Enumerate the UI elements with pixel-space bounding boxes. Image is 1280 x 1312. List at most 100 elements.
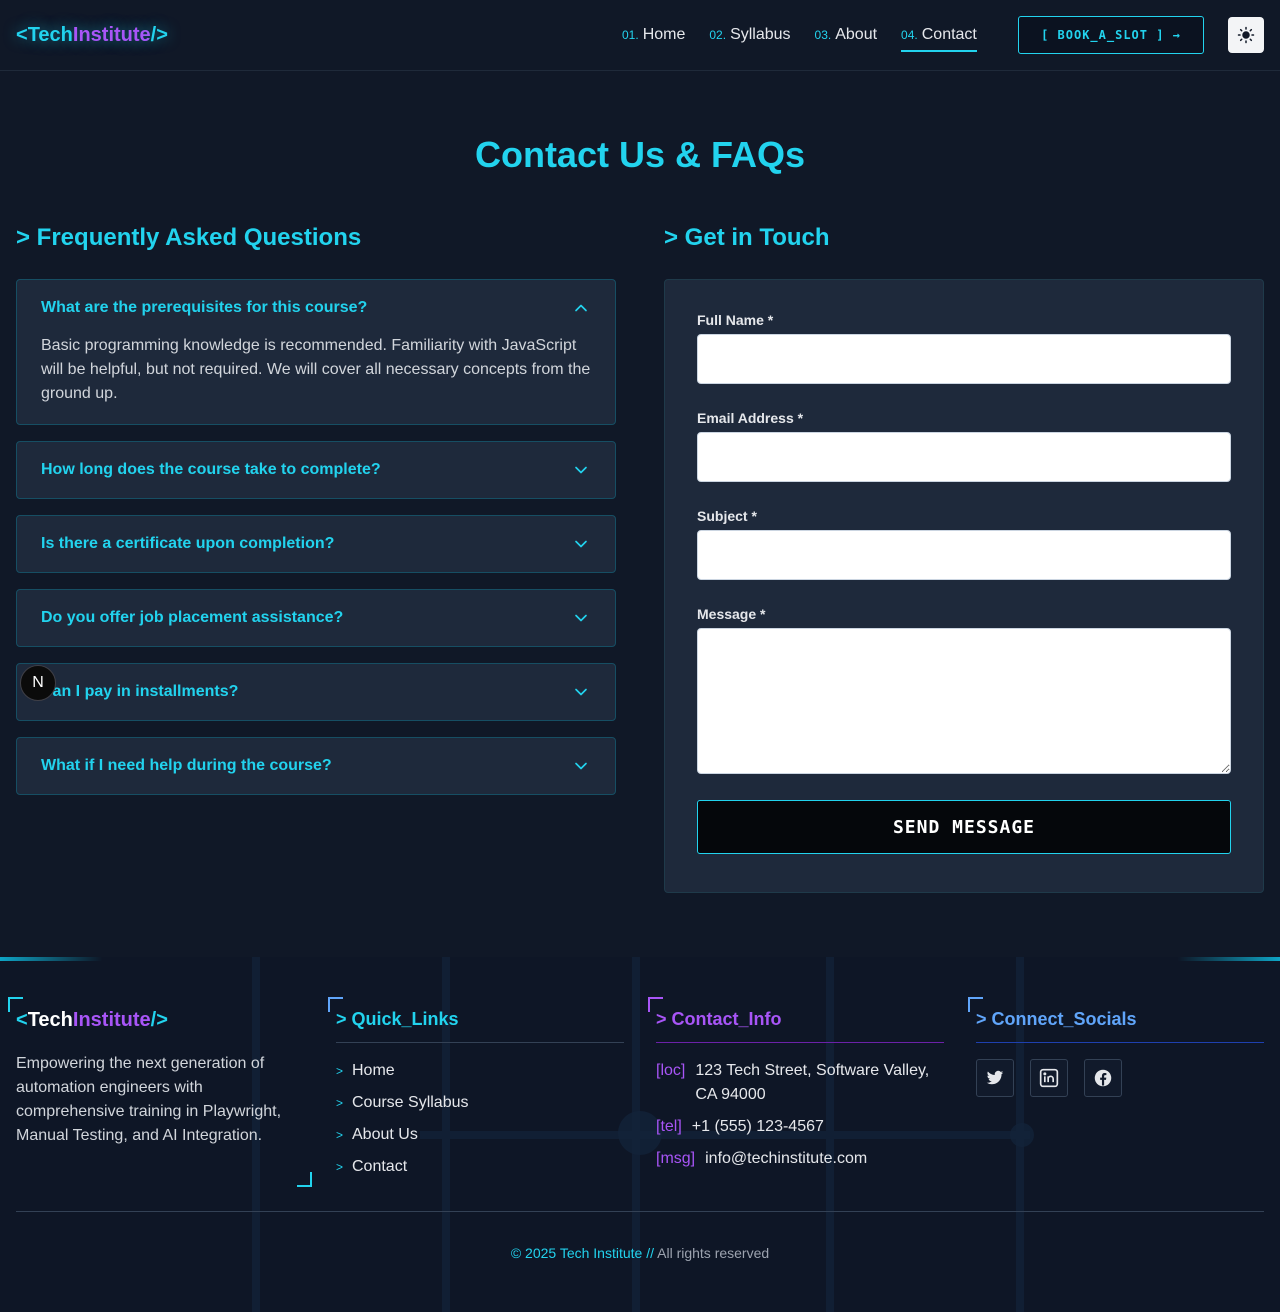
chevron-down-icon <box>575 614 587 622</box>
arrow-icon: > <box>336 1064 344 1078</box>
faq-question: Can I pay in installments? <box>41 683 239 700</box>
arrow-icon: > <box>336 1096 344 1110</box>
chevron-up-icon <box>575 304 587 312</box>
copyright-year: © 2025 <box>510 1245 557 1261</box>
nav-link-number: 02. <box>709 27 727 42</box>
email-label: Email Address * <box>697 410 804 426</box>
nav-link-label: Syllabus <box>730 25 791 43</box>
contact-value[interactable]: info@techinstitute.com <box>705 1147 867 1171</box>
linkedin-icon <box>1039 1068 1059 1088</box>
footer-contact-column: > Contact_Info [loc] 123 Tech Street, Sof… <box>648 997 944 1179</box>
faq-header[interactable]: What are the prerequisites for this cour… <box>17 280 615 336</box>
nav-link-number: 01. <box>622 27 639 42</box>
message-textarea[interactable] <box>697 628 1231 774</box>
faq-header[interactable]: Do you offer job placement assistance? <box>17 590 615 646</box>
dev-tools-badge[interactable]: N <box>20 665 56 701</box>
copyright-brand[interactable]: Tech Institute // <box>560 1245 654 1261</box>
faq-item-certificate[interactable]: Is there a certificate upon completion? <box>16 515 616 573</box>
logo-tech: Tech <box>27 1009 73 1031</box>
message-label: Message * <box>697 606 766 622</box>
linkedin-button[interactable] <box>1030 1059 1068 1097</box>
footer-link-label: Contact <box>352 1158 408 1175</box>
corner-bracket-decoration <box>648 997 663 1012</box>
footer-accent-line <box>0 957 1280 961</box>
footer: < Tech Institute /> Empowering the next … <box>0 957 1280 1312</box>
faq-answer: Basic programming knowledge is recommend… <box>41 337 591 402</box>
faq-header[interactable]: Is there a certificate upon completion? <box>17 516 615 572</box>
facebook-button[interactable] <box>1084 1059 1122 1097</box>
book-slot-button[interactable]: [ BOOK_A_SLOT ] → <box>1018 16 1204 54</box>
faq-item-help[interactable]: What if I need help during the course? <box>16 737 616 795</box>
site-logo[interactable]: < Tech Institute /> <box>16 24 168 47</box>
contact-value: 123 Tech Street, Software Valley, CA 940… <box>695 1062 930 1103</box>
full-name-input[interactable] <box>697 334 1231 384</box>
contact-location: [loc] 123 Tech Street, Software Valley, C… <box>656 1059 944 1107</box>
nav-link-home[interactable]: 01. Home <box>622 26 685 46</box>
twitter-icon <box>986 1070 1004 1085</box>
faq-item-installments[interactable]: Can I pay in installments? <box>16 663 616 721</box>
logo-institute: Institute <box>72 1009 151 1031</box>
contact-email: [msg] info@techinstitute.com <box>656 1147 944 1171</box>
faq-question: What are the prerequisites for this cour… <box>41 299 368 316</box>
faq-header[interactable]: Can I pay in installments? <box>17 664 615 720</box>
footer-link-label: About Us <box>352 1126 418 1143</box>
contact-key: [loc] <box>656 1062 686 1079</box>
subject-input[interactable] <box>697 530 1231 580</box>
contact-info-title: > Contact_Info <box>656 1009 944 1043</box>
chevron-down-icon <box>575 466 587 474</box>
nav-link-label: Home <box>642 25 686 43</box>
contact-form: Full Name * Email Address * Subject * Me… <box>664 279 1264 893</box>
corner-bracket-decoration <box>968 997 983 1012</box>
footer-logo[interactable]: < Tech Institute /> <box>16 1009 312 1032</box>
footer-link-syllabus[interactable]: > Course Syllabus <box>336 1087 624 1119</box>
faq-item-duration[interactable]: How long does the course take to complet… <box>16 441 616 499</box>
faq-header[interactable]: What if I need help during the course? <box>17 738 615 794</box>
contact-value[interactable]: +1 (555) 123-4567 <box>692 1115 824 1139</box>
footer-divider <box>16 1211 1264 1212</box>
corner-bracket-decoration <box>8 997 23 1012</box>
faq-item-job-placement[interactable]: Do you offer job placement assistance? <box>16 589 616 647</box>
email-input[interactable] <box>697 432 1231 482</box>
subject-label: Subject * <box>697 508 757 524</box>
connect-socials-title: > Connect_Socials <box>976 1009 1264 1043</box>
nav-link-about[interactable]: 03. About <box>815 26 878 46</box>
footer-link-about[interactable]: > About Us <box>336 1119 624 1151</box>
faq-section-title: > Frequently Asked Questions <box>16 224 362 251</box>
facebook-icon <box>1094 1069 1112 1087</box>
chevron-down-icon <box>575 688 587 696</box>
contact-key: [msg] <box>656 1150 696 1167</box>
footer-link-label: Home <box>352 1062 395 1079</box>
logo-bracket-close: /> <box>150 23 168 46</box>
footer-quick-links-column: > Quick_Links > Home > Course Syllabus > Ab… <box>328 997 624 1183</box>
footer-link-label: Course Syllabus <box>352 1094 469 1111</box>
footer-link-contact[interactable]: > Contact <box>336 1151 624 1183</box>
send-message-button[interactable]: SEND MESSAGE <box>697 800 1231 854</box>
corner-bracket-decoration <box>328 997 343 1012</box>
contact-phone: [tel] +1 (555) 123-4567 <box>656 1115 944 1139</box>
logo-bracket-open: < <box>16 23 28 46</box>
footer-brand-column: < Tech Institute /> Empowering the next … <box>8 997 312 1187</box>
copyright: © 2025 Tech Institute // All rights rese… <box>0 1245 1280 1261</box>
top-navbar: < Tech Institute /> 01. Home 02. Syllabu… <box>0 0 1280 71</box>
arrow-icon: > <box>336 1160 344 1174</box>
nav-link-syllabus[interactable]: 02. Syllabus <box>709 26 790 46</box>
faq-question: How long does the course take to complet… <box>41 461 381 478</box>
nav-link-label: Contact <box>921 25 977 43</box>
theme-toggle-button[interactable] <box>1228 17 1264 53</box>
faq-item-prerequisites[interactable]: What are the prerequisites for this cour… <box>16 279 616 425</box>
faq-question: What if I need help during the course? <box>41 757 332 774</box>
faq-question: Is there a certificate upon completion? <box>41 535 335 552</box>
contact-key: [tel] <box>656 1118 682 1135</box>
sun-icon <box>1237 26 1255 44</box>
nav-link-number: 04. <box>901 27 918 42</box>
nav-links: 01. Home 02. Syllabus 03. About 04. Cont… <box>622 0 1001 71</box>
arrow-icon: > <box>336 1128 344 1142</box>
footer-link-home[interactable]: > Home <box>336 1055 624 1087</box>
faq-list: What are the prerequisites for this cour… <box>16 279 616 811</box>
twitter-button[interactable] <box>976 1059 1014 1097</box>
chevron-down-icon <box>575 540 587 548</box>
faq-header[interactable]: How long does the course take to complet… <box>17 442 615 498</box>
copyright-text: All rights reserved <box>657 1245 770 1261</box>
logo-bracket-close: /> <box>150 1009 168 1031</box>
nav-link-contact[interactable]: 04. Contact <box>901 25 977 52</box>
